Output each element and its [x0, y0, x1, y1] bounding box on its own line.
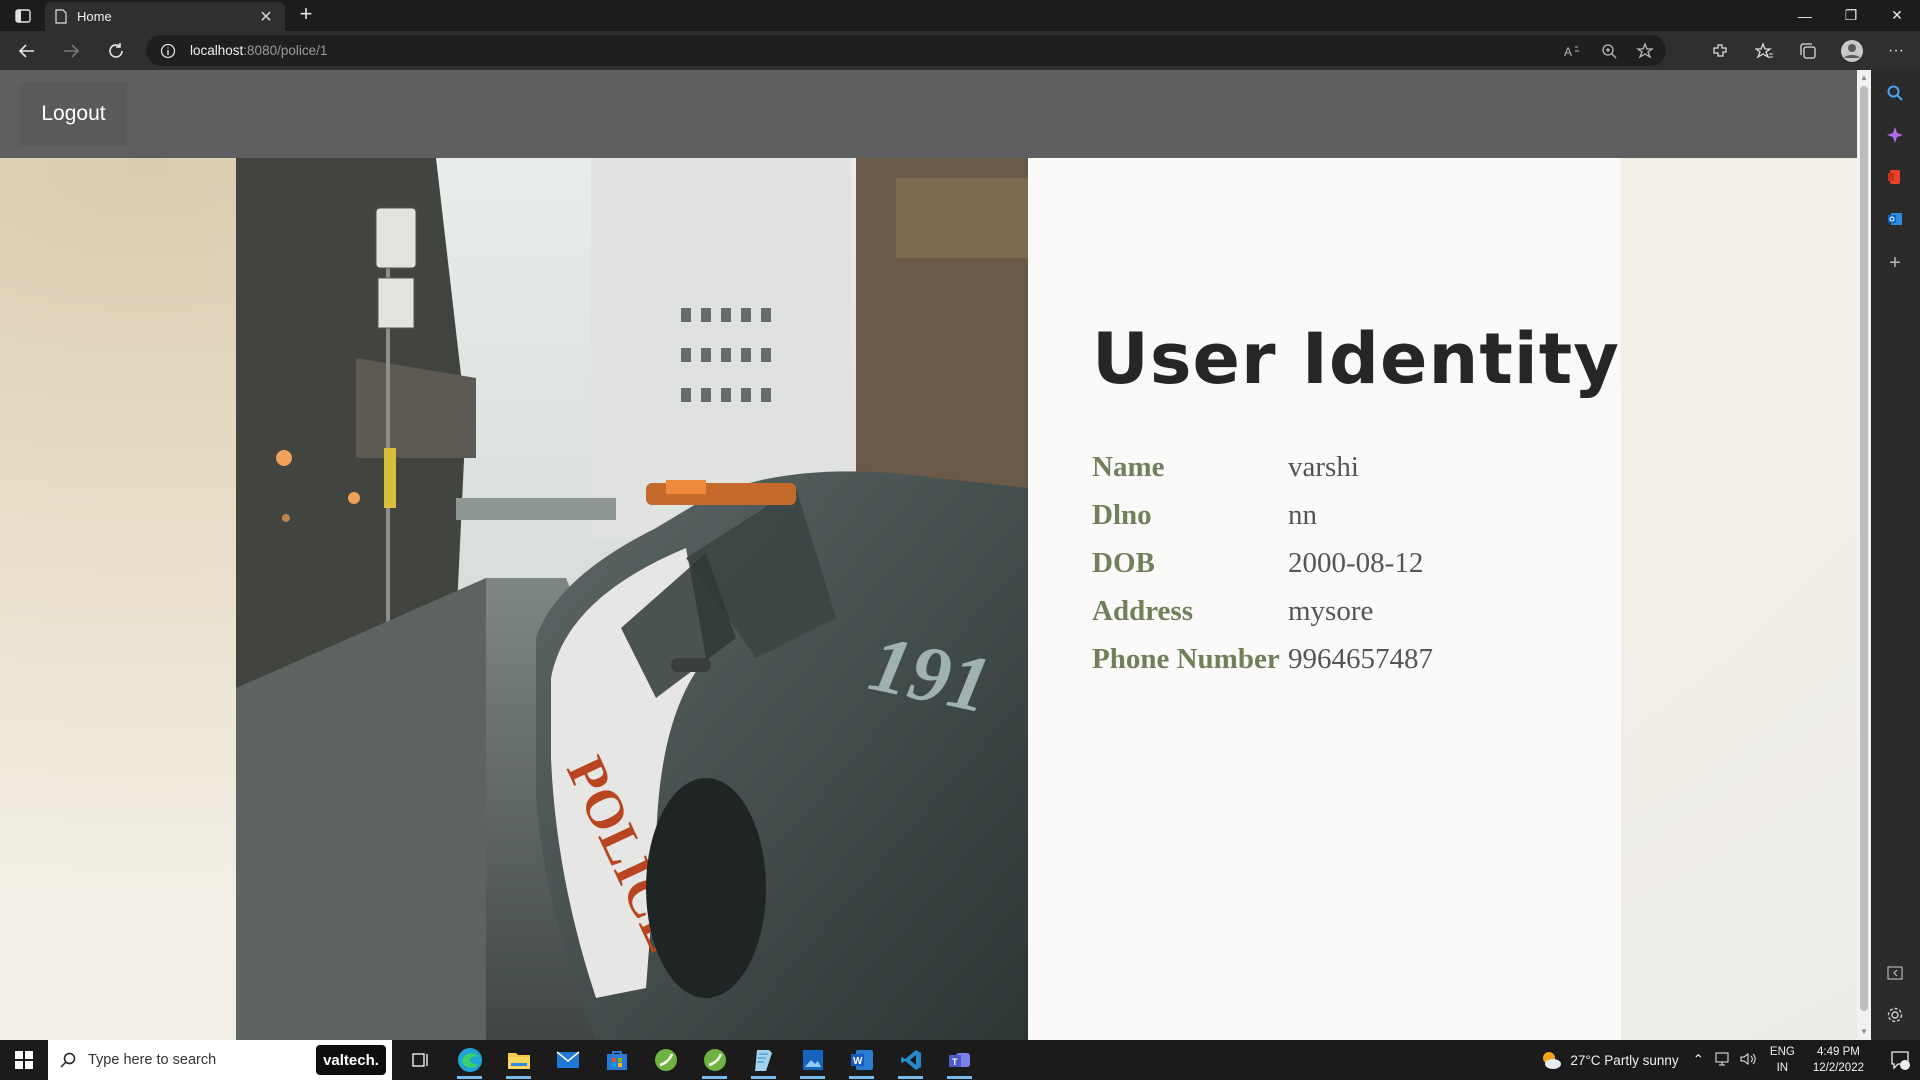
minimize-button[interactable]: — — [1782, 0, 1828, 31]
dob-label: DOB — [1092, 546, 1155, 579]
tab-title: Home — [77, 9, 112, 24]
store-icon[interactable] — [592, 1040, 641, 1080]
clock-time: 4:49 PM — [1817, 1046, 1860, 1058]
system-tray: 27°C Partly sunny ⌃ ENG IN 4:49 PM 12/2/… — [1540, 1040, 1920, 1080]
identity-table: Name varshi Dlno nn DOB 2000-08-12 Addre… — [1092, 443, 1433, 683]
windows-taskbar: Type here to search valtech. W T 27°C Pa… — [0, 1040, 1920, 1080]
zoom-icon[interactable] — [1598, 43, 1620, 59]
police-car-photo: POLICE 191 — [236, 158, 1028, 1040]
svg-text:A: A — [1564, 45, 1572, 58]
volume-icon[interactable] — [1740, 1052, 1756, 1069]
mail-icon[interactable] — [543, 1040, 592, 1080]
weather-text: 27°C Partly sunny — [1570, 1052, 1679, 1068]
weather-widget[interactable]: 27°C Partly sunny — [1540, 1049, 1679, 1071]
scroll-down-arrow-icon[interactable]: ▼ — [1860, 1027, 1868, 1036]
profile-avatar[interactable] — [1840, 39, 1864, 63]
browser-tab-home[interactable]: Home ✕ — [45, 2, 285, 31]
svg-text:T: T — [952, 1057, 958, 1067]
word-icon[interactable]: W — [837, 1040, 886, 1080]
name-value: varshi — [1288, 450, 1359, 483]
identity-row-phone: Phone Number 9964657487 — [1092, 635, 1433, 683]
more-options-icon[interactable]: ··· — [1884, 39, 1908, 63]
add-favorite-icon[interactable] — [1634, 41, 1656, 60]
dob-value: 2000-08-12 — [1288, 546, 1424, 579]
favorites-icon[interactable] — [1752, 39, 1776, 63]
info-icon[interactable] — [160, 43, 176, 59]
vscode-icon[interactable] — [886, 1040, 935, 1080]
user-identity-card: User Identity Name varshi Dlno nn DOB 20… — [1028, 158, 1621, 1040]
lang-top: ENG — [1769, 1046, 1795, 1058]
phone-value: 9964657487 — [1288, 642, 1433, 675]
page-scrollbar[interactable]: ▲ ▼ — [1857, 70, 1871, 1040]
search-icon[interactable] — [1884, 82, 1906, 104]
teams-icon[interactable]: T — [935, 1040, 984, 1080]
restore-button[interactable]: ❐ — [1828, 0, 1874, 31]
forward-button[interactable] — [59, 39, 83, 63]
notepad-icon[interactable] — [739, 1040, 788, 1080]
notification-center-button[interactable] — [1880, 1040, 1920, 1080]
edge-browser-icon[interactable] — [445, 1040, 494, 1080]
add-sidebar-app-icon[interactable]: + — [1884, 252, 1906, 274]
address-bar[interactable]: localhost:8080/police/1 A — [146, 35, 1666, 66]
search-icon — [60, 1052, 76, 1068]
spring-tool-2-icon[interactable] — [690, 1040, 739, 1080]
clock-date: 12/2/2022 — [1812, 1062, 1864, 1074]
dlno-value: nn — [1288, 498, 1317, 531]
outlook-icon[interactable] — [1884, 208, 1906, 230]
collections-icon[interactable] — [1796, 39, 1820, 63]
identity-row-name: Name varshi — [1092, 443, 1433, 491]
windows-logo-icon — [14, 1051, 33, 1069]
task-view-icon[interactable] — [396, 1040, 445, 1080]
close-tab-icon[interactable]: ✕ — [257, 7, 275, 27]
valtech-search-badge[interactable]: valtech. — [316, 1045, 386, 1075]
address-value: mysore — [1288, 594, 1374, 627]
spring-tool-icon[interactable] — [641, 1040, 690, 1080]
lang-bottom: IN — [1776, 1062, 1789, 1074]
url-host: localhost — [190, 43, 244, 58]
identity-row-dlno: Dlno nn — [1092, 491, 1433, 539]
edge-sidebar: + — [1871, 70, 1920, 1040]
read-aloud-icon[interactable]: A — [1562, 44, 1584, 58]
copilot-icon[interactable] — [1884, 124, 1906, 146]
office-icon[interactable] — [1884, 166, 1906, 188]
logout-button[interactable]: Logout — [20, 82, 127, 146]
tab-actions-icon[interactable] — [12, 6, 34, 26]
page-viewport: Logout POLICE 191 User Identity Name var… — [0, 70, 1857, 1040]
url-path: :8080/police/1 — [243, 43, 328, 58]
chevron-up-icon[interactable]: ⌃ — [1693, 1052, 1704, 1068]
new-tab-button[interactable]: + — [294, 3, 318, 27]
search-placeholder: Type here to search — [88, 1052, 217, 1068]
dlno-label: Dlno — [1092, 498, 1152, 531]
scroll-thumb[interactable] — [1860, 86, 1868, 1011]
svg-text:W: W — [853, 1056, 863, 1067]
extensions-icon[interactable] — [1708, 39, 1732, 63]
site-navbar: Logout — [0, 70, 1857, 158]
refresh-button[interactable] — [104, 39, 128, 63]
taskbar-apps: W T — [396, 1040, 984, 1080]
file-explorer-icon[interactable] — [494, 1040, 543, 1080]
photos-icon[interactable] — [788, 1040, 837, 1080]
network-icon[interactable] — [1714, 1052, 1730, 1069]
phone-label: Phone Number — [1092, 642, 1280, 675]
partly-sunny-icon — [1543, 1052, 1562, 1069]
close-window-button[interactable]: ✕ — [1874, 0, 1920, 31]
back-button[interactable] — [15, 39, 39, 63]
address-label: Address — [1092, 594, 1193, 627]
identity-row-address: Address mysore — [1092, 587, 1433, 635]
identity-row-dob: DOB 2000-08-12 — [1092, 539, 1433, 587]
clock[interactable]: 4:49 PM 12/2/2022 — [1813, 1044, 1864, 1076]
browser-tabbar: Home ✕ + — ❐ ✕ — [0, 0, 1920, 31]
start-button[interactable] — [0, 1040, 47, 1080]
page-title: User Identity — [1092, 318, 1620, 400]
language-indicator[interactable]: ENG IN — [1770, 1044, 1795, 1076]
hide-sidebar-icon[interactable] — [1884, 962, 1906, 984]
browser-toolbar: localhost:8080/police/1 A ··· — [0, 31, 1920, 70]
name-label: Name — [1092, 450, 1165, 483]
scroll-up-arrow-icon[interactable]: ▲ — [1860, 74, 1868, 82]
page-icon — [55, 9, 67, 24]
notification-icon — [1891, 1051, 1910, 1070]
settings-gear-icon[interactable] — [1884, 1004, 1906, 1026]
